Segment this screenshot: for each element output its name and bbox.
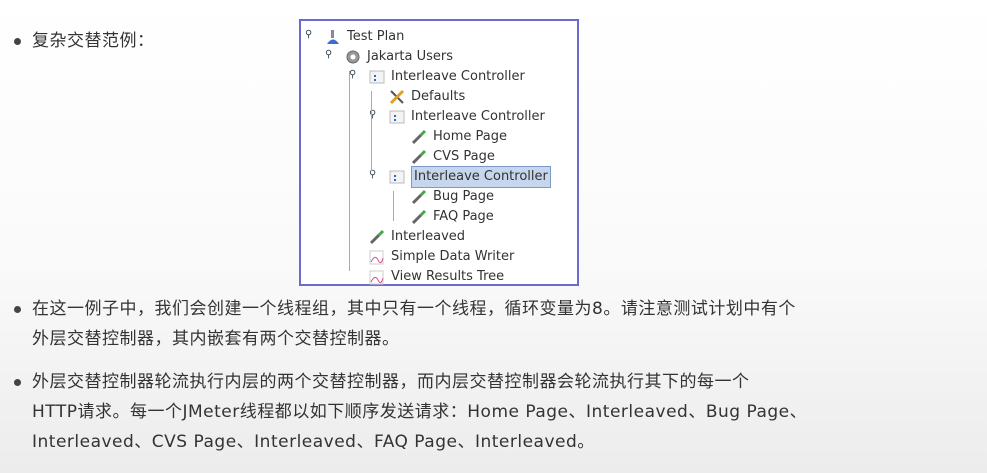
tree-node-label: Interleave Controller (411, 166, 551, 188)
config-tools-icon (389, 89, 407, 105)
sampler-pipette-icon (411, 149, 429, 165)
expand-toggle-icon[interactable]: ⚲ (349, 69, 356, 80)
listener-graph-icon (369, 269, 387, 285)
tree-guide-line (349, 71, 350, 271)
tree-node-label: View Results Tree (391, 269, 505, 284)
example-heading: 复杂交替范例： (32, 31, 155, 51)
tree-node[interactable]: Interleaved (369, 227, 465, 247)
tree-node[interactable]: Defaults (389, 87, 465, 107)
sampler-pipette-icon (411, 129, 429, 145)
tree-node-label: Interleaved (391, 229, 466, 244)
tree-node[interactable]: Interleave Controller (389, 107, 545, 127)
expand-toggle-icon[interactable]: ⚲ (325, 49, 332, 60)
listener-graph-icon (369, 249, 387, 265)
bullet-icon (14, 38, 21, 45)
paragraph-2: 外层交替控制器轮流执行内层的两个交替控制器，而内层交替控制器会轮流执行其下的每一… (32, 367, 807, 457)
paragraph-line: 外层交替控制器轮流执行内层的两个交替控制器，而内层交替控制器会轮流执行其下的每一… (32, 372, 750, 392)
test-plan-icon (325, 29, 343, 45)
tree-node-label: Interleave Controller (391, 69, 525, 84)
tree-node[interactable]: View Results Tree (369, 267, 504, 287)
controller-icon (389, 109, 407, 125)
tree-guide-line (371, 91, 372, 171)
tree-node[interactable]: Interleave Controller (389, 166, 551, 188)
tree-node[interactable]: CVS Page (411, 147, 495, 167)
tree-node[interactable]: Interleave Controller (369, 67, 525, 87)
tree-node-label: Defaults (411, 89, 466, 104)
tree-node[interactable]: Home Page (411, 127, 507, 147)
paragraph-line: Interleaved、CVS Page、Interleaved、FAQ Pag… (32, 432, 595, 452)
tree-node-label: Home Page (433, 129, 507, 144)
jmeter-tree-screenshot: Test Plan ⚲ Jakarta Users ⚲ Interleave Contr… (299, 19, 579, 286)
tree-node-label: Interleave Controller (411, 109, 545, 124)
tree-node-label: Bug Page (433, 189, 495, 204)
paragraph-line: HTTP请求。每一个JMeter线程都以如下顺序发送请求：Home Page、I… (32, 402, 808, 422)
bullet-icon (14, 379, 21, 386)
tree-node[interactable]: Test Plan (325, 27, 404, 47)
tree-node-label: Simple Data Writer (391, 249, 515, 264)
tree-node[interactable]: FAQ Page (411, 207, 494, 227)
sampler-pipette-icon (369, 229, 387, 245)
sampler-pipette-icon (411, 209, 429, 225)
controller-icon (389, 169, 407, 185)
paragraph-1: 在这一例子中，我们会创建一个线程组，其中只有一个线程，循环变量为8。请注意测试计… (32, 294, 796, 354)
expand-toggle-icon[interactable]: ⚲ (305, 29, 312, 40)
tree-node[interactable]: Jakarta Users (345, 47, 453, 67)
tree-node-label: Test Plan (347, 29, 405, 44)
tree-guide-line (393, 191, 394, 221)
paragraph-line: 在这一例子中，我们会创建一个线程组，其中只有一个线程，循环变量为8。请注意测试计… (32, 299, 796, 319)
tree-node-label: Jakarta Users (367, 49, 454, 64)
bullet-icon (14, 306, 21, 313)
sampler-pipette-icon (411, 189, 429, 205)
tree-node[interactable]: Bug Page (411, 187, 494, 207)
tree-node-label: FAQ Page (433, 209, 494, 224)
controller-icon (369, 69, 387, 85)
tree-node-label: CVS Page (433, 149, 495, 164)
tree-node[interactable]: Simple Data Writer (369, 247, 514, 267)
thread-group-gear-icon (345, 49, 363, 65)
paragraph-line: 外层交替控制器，其内嵌套有两个交替控制器。 (32, 329, 400, 349)
